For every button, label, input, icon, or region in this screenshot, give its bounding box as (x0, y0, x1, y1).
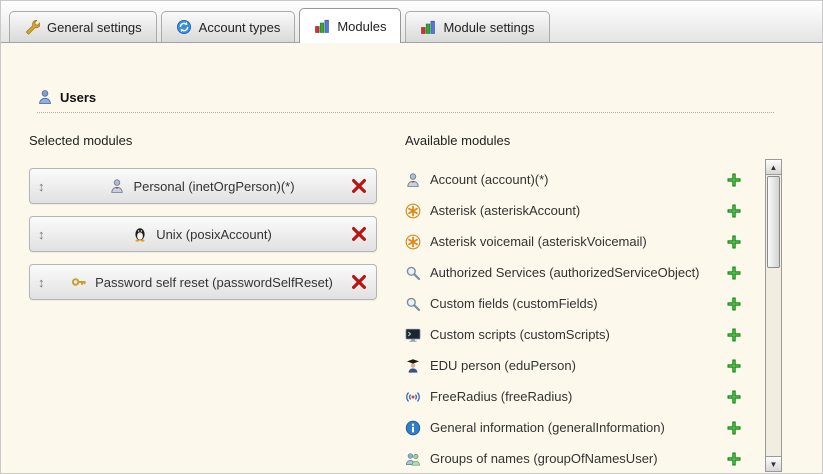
scrollbar-track[interactable] (766, 174, 781, 456)
magnifier-icon (405, 296, 421, 312)
tab-label: Account types (199, 20, 281, 35)
available-modules-heading: Available modules (405, 133, 750, 148)
selected-module-label: Unix (posixAccount) (156, 227, 272, 242)
available-module-row: Account (account)(*) (405, 164, 750, 195)
modules-tab-content: Users Selected modules ↕ Personal (inetO… (1, 43, 822, 474)
delete-icon[interactable] (350, 225, 368, 243)
magnifier-icon (405, 265, 421, 281)
key-icon (71, 274, 87, 290)
info-icon (405, 420, 421, 436)
available-module-label: Asterisk (asteriskAccount) (430, 203, 717, 218)
drag-handle-icon[interactable]: ↕ (38, 179, 54, 194)
available-module-label: Authorized Services (authorizedServiceOb… (430, 265, 717, 280)
selected-module-label: Personal (inetOrgPerson)(*) (133, 179, 294, 194)
available-module-row: Custom fields (customFields) (405, 288, 750, 319)
selected-modules-column: Selected modules ↕ Personal (inetOrgPers… (29, 133, 377, 474)
selected-module-row: ↕ Password self reset (passwordSelfReset… (29, 264, 377, 300)
selected-module-content: Password self reset (passwordSelfReset) (54, 274, 350, 290)
selected-module-row: ↕ Unix (posixAccount) (29, 216, 377, 252)
scroll-down-button[interactable]: ▼ (765, 456, 782, 472)
add-icon[interactable] (726, 172, 742, 188)
selected-module-content: Personal (inetOrgPerson)(*) (54, 178, 350, 194)
add-icon[interactable] (726, 234, 742, 250)
add-icon[interactable] (726, 420, 742, 436)
available-module-row: Authorized Services (authorizedServiceOb… (405, 257, 750, 288)
lam-configuration-window: General settings Account types Modules M… (0, 0, 823, 474)
terminal-icon (405, 327, 421, 343)
add-icon[interactable] (726, 265, 742, 281)
available-module-label: EDU person (eduPerson) (430, 358, 717, 373)
add-icon[interactable] (726, 203, 742, 219)
add-icon[interactable] (726, 296, 742, 312)
drag-handle-icon[interactable]: ↕ (38, 227, 54, 242)
graduate-icon (405, 358, 421, 374)
available-module-label: Custom scripts (customScripts) (430, 327, 717, 342)
selected-modules-heading: Selected modules (29, 133, 377, 148)
scrollbar-thumb[interactable] (767, 176, 780, 268)
available-module-row: Groups of names (groupOfNamesUser) (405, 443, 750, 474)
refresh-sphere-icon (176, 19, 192, 35)
user-icon (37, 89, 53, 105)
available-module-row: FreeRadius (freeRadius) (405, 381, 750, 412)
available-module-label: Account (account)(*) (430, 172, 717, 187)
add-icon[interactable] (726, 451, 742, 467)
users-section-header: Users (37, 43, 794, 105)
person-icon (405, 172, 421, 188)
asterisk-icon (405, 203, 421, 219)
tab-label: Module settings (443, 20, 534, 35)
available-module-row: General information (generalInformation) (405, 412, 750, 443)
wrench-icon (24, 19, 40, 35)
available-module-label: FreeRadius (freeRadius) (430, 389, 717, 404)
delete-icon[interactable] (350, 177, 368, 195)
penguin-icon (132, 226, 148, 242)
tab-label: General settings (47, 20, 142, 35)
add-icon[interactable] (726, 358, 742, 374)
asterisk-icon (405, 234, 421, 250)
tab-modules[interactable]: Modules (299, 8, 401, 43)
available-module-label: General information (generalInformation) (430, 420, 717, 435)
drag-handle-icon[interactable]: ↕ (38, 275, 54, 290)
modules-chart-icon (420, 19, 436, 35)
scrollbar[interactable]: ▲ ▼ (765, 159, 782, 472)
section-title: Users (60, 90, 96, 105)
tab-module-settings[interactable]: Module settings (405, 11, 549, 42)
antenna-icon (405, 389, 421, 405)
add-icon[interactable] (726, 389, 742, 405)
available-module-label: Asterisk voicemail (asteriskVoicemail) (430, 234, 717, 249)
available-module-row: Asterisk voicemail (asteriskVoicemail) (405, 226, 750, 257)
selected-module-row: ↕ Personal (inetOrgPerson)(*) (29, 168, 377, 204)
available-module-label: Custom fields (customFields) (430, 296, 717, 311)
available-modules-column: Available modules Account (account)(*) A… (405, 133, 794, 474)
tab-general-settings[interactable]: General settings (9, 11, 157, 42)
group-icon (405, 451, 421, 467)
tab-label: Modules (337, 19, 386, 34)
available-module-row: EDU person (eduPerson) (405, 350, 750, 381)
modules-chart-icon (314, 18, 330, 34)
delete-icon[interactable] (350, 273, 368, 291)
selected-module-content: Unix (posixAccount) (54, 226, 350, 242)
add-icon[interactable] (726, 327, 742, 343)
tab-account-types[interactable]: Account types (161, 11, 296, 42)
available-module-label: Groups of names (groupOfNamesUser) (430, 451, 717, 466)
available-module-row: Custom scripts (customScripts) (405, 319, 750, 350)
section-divider (37, 112, 774, 113)
scroll-up-button[interactable]: ▲ (765, 159, 782, 175)
selected-module-label: Password self reset (passwordSelfReset) (95, 275, 333, 290)
modules-columns: Selected modules ↕ Personal (inetOrgPers… (29, 133, 794, 474)
tab-bar: General settings Account types Modules M… (1, 1, 822, 43)
person-icon (109, 178, 125, 194)
available-module-row: Asterisk (asteriskAccount) (405, 195, 750, 226)
